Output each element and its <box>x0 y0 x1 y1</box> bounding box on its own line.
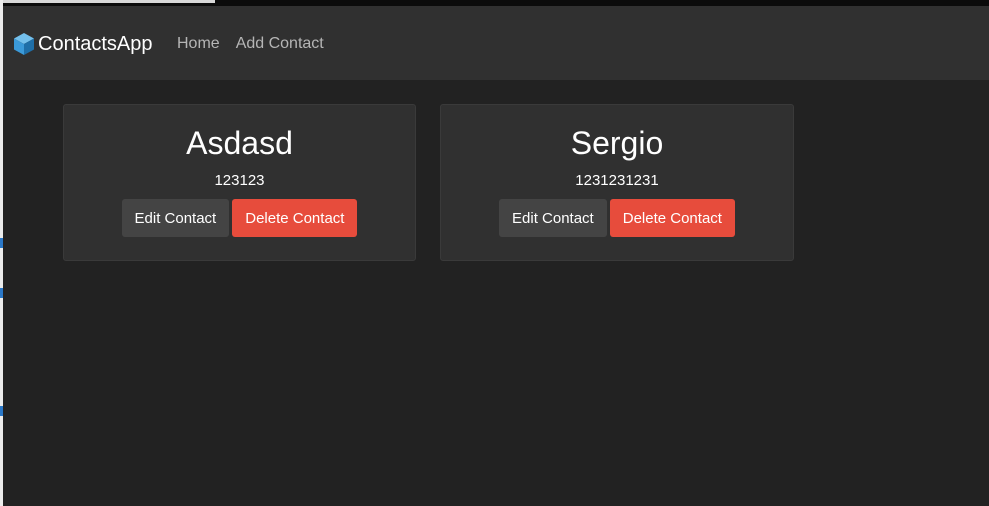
delete-contact-button[interactable]: Delete Contact <box>232 199 358 237</box>
edge-mark <box>0 238 3 248</box>
edit-contact-button[interactable]: Edit Contact <box>499 199 607 237</box>
contact-phone: 1231231231 <box>575 172 659 189</box>
brand-link[interactable]: ContactsApp <box>13 32 153 56</box>
nav-link-home[interactable]: Home <box>177 34 220 54</box>
contact-card: Asdasd 123123 Edit Contact Delete Contac… <box>63 104 416 261</box>
edge-mark <box>0 406 3 416</box>
nav-links: Home Add Contact <box>177 34 324 54</box>
navbar: ContactsApp Home Add Contact <box>3 6 989 80</box>
contact-name: Asdasd <box>186 125 293 161</box>
contact-card: Sergio 1231231231 Edit Contact Delete Co… <box>440 104 794 261</box>
brand-name[interactable]: ContactsApp <box>38 32 153 56</box>
nav-link-add-contact[interactable]: Add Contact <box>236 34 324 54</box>
contact-actions: Edit Contact Delete Contact <box>64 199 415 237</box>
contact-phone: 123123 <box>214 172 265 189</box>
edge-mark <box>0 288 3 298</box>
delete-contact-button[interactable]: Delete Contact <box>609 199 735 237</box>
window-top-edge-highlight <box>3 0 215 3</box>
cube-icon <box>14 33 34 55</box>
edit-contact-button[interactable]: Edit Contact <box>121 199 230 237</box>
contact-actions: Edit Contact Delete Contact <box>441 199 793 237</box>
contact-name: Sergio <box>570 125 664 161</box>
